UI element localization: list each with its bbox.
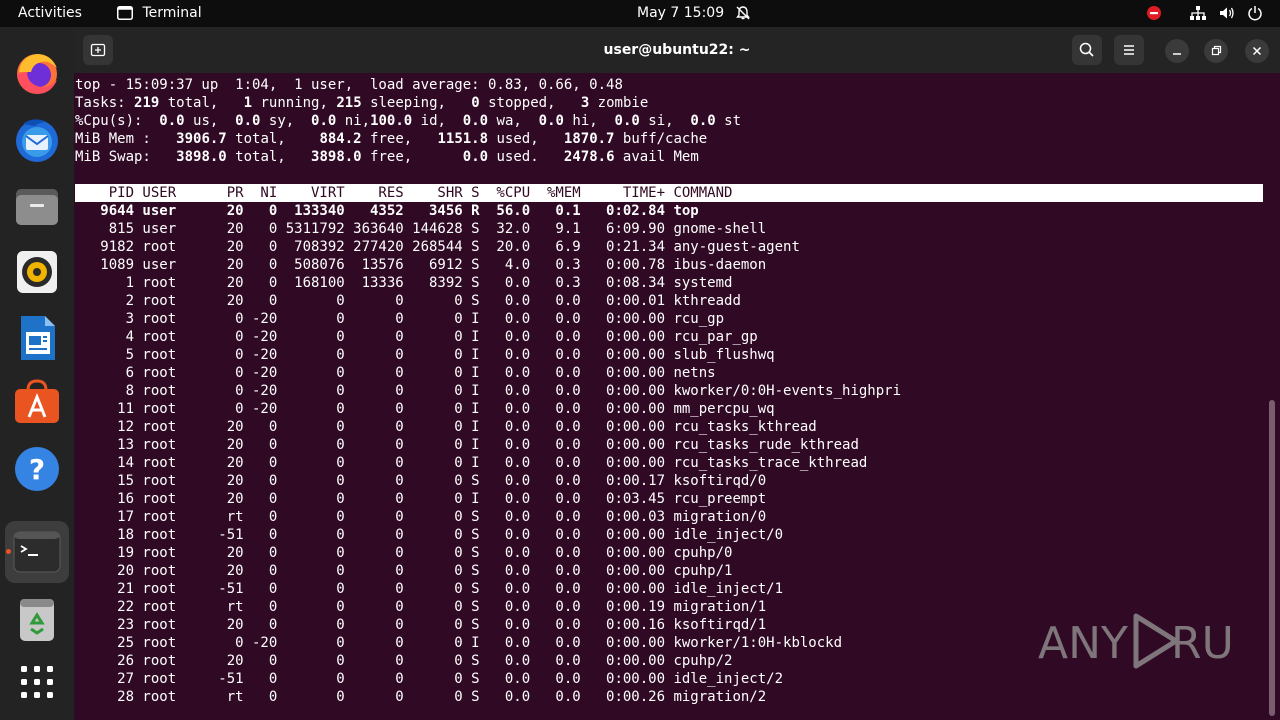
minimize-icon [1173,53,1181,55]
search-icon [1079,42,1094,57]
process-row: 9644 user 20 0 133340 4352 3456 R 56.0 0… [75,203,699,219]
process-table-header: PID USER PR NI VIRT RES SHR S %CPU %MEM … [75,184,1263,202]
terminal-icon[interactable] [11,526,63,578]
activities-button[interactable]: Activities [18,0,82,27]
process-row: 12 root 20 0 0 0 0 I 0.0 0.0 0:00.00 rcu… [75,419,817,435]
process-row: 17 root rt 0 0 0 0 S 0.0 0.0 0:00.03 mig… [75,509,767,525]
hamburger-icon [1124,45,1134,55]
process-row: 815 user 20 0 5311792 363640 144628 S 32… [75,221,767,237]
close-icon [1252,46,1262,56]
process-row: 11 root 0 -20 0 0 0 I 0.0 0.0 0:00.00 mm… [75,401,775,417]
notification-bell-icon[interactable] [735,0,751,27]
process-row: 5 root 0 -20 0 0 0 I 0.0 0.0 0:00.00 slu… [75,347,775,363]
window-header: user@ubuntu22: ~ [74,27,1280,73]
network-icon[interactable] [1189,0,1207,27]
process-row: 19 root 20 0 0 0 0 S 0.0 0.0 0:00.00 cpu… [75,545,733,561]
process-row: 18 root -51 0 0 0 0 S 0.0 0.0 0:00.00 id… [75,527,784,543]
app-menu-button[interactable]: Terminal [117,0,202,27]
process-row: 9182 root 20 0 708392 277420 268544 S 20… [75,239,800,255]
top-swap-line: MiB Swap: 3898.0 total, 3898.0 free, 0.0… [75,149,699,165]
show-apps-icon[interactable] [11,655,63,707]
top-uptime-line: top - 15:09:37 up 1:04, 1 user, load ave… [75,77,623,93]
close-button[interactable] [1245,39,1269,63]
process-row: 8 root 0 -20 0 0 0 I 0.0 0.0 0:00.00 kwo… [75,383,902,399]
svg-text:ANY: ANY [1038,618,1128,669]
top-bar: Activities Terminal May 7 15:09 [0,0,1280,27]
rhythmbox-icon[interactable] [11,246,63,298]
process-row: 28 root rt 0 0 0 0 S 0.0 0.0 0:00.26 mig… [75,689,767,705]
search-button[interactable] [1072,35,1102,65]
firefox-icon[interactable] [11,48,63,100]
process-row: 15 root 20 0 0 0 0 S 0.0 0.0 0:00.17 kso… [75,473,767,489]
terminal-small-icon [117,6,133,20]
power-icon[interactable] [1247,0,1263,27]
process-row: 20 root 20 0 0 0 0 S 0.0 0.0 0:00.00 cpu… [75,563,733,579]
trash-icon[interactable] [11,593,63,645]
top-mem-line: MiB Mem : 3906.7 total, 884.2 free, 1151… [75,131,708,147]
process-row: 6 root 0 -20 0 0 0 I 0.0 0.0 0:00.00 net… [75,365,716,381]
writer-icon[interactable] [11,312,63,364]
dock: ? [0,27,74,720]
process-row: 14 root 20 0 0 0 0 I 0.0 0.0 0:00.00 rcu… [75,455,868,471]
app-name: Terminal [142,5,202,21]
restore-icon [1211,45,1222,56]
thunderbird-icon[interactable] [11,114,63,166]
process-row: 1 root 20 0 168100 13336 8392 S 0.0 0.3 … [75,275,733,291]
process-row: 16 root 20 0 0 0 0 I 0.0 0.0 0:03.45 rcu… [75,491,767,507]
process-row: 13 root 20 0 0 0 0 I 0.0 0.0 0:00.00 rcu… [75,437,859,453]
process-row: 21 root -51 0 0 0 0 S 0.0 0.0 0:00.00 id… [75,581,784,597]
process-row: 1089 user 20 0 508076 13576 6912 S 4.0 0… [75,257,767,273]
app-center-icon[interactable] [11,377,63,429]
new-tab-button[interactable] [83,35,113,65]
process-row: 4 root 0 -20 0 0 0 I 0.0 0.0 0:00.00 rcu… [75,329,758,345]
minimize-button[interactable] [1165,39,1189,63]
do-not-disturb-icon[interactable] [1146,0,1162,27]
clock[interactable]: May 7 15:09 [637,0,724,27]
top-cpu-line: %Cpu(s): 0.0 us, 0.0 sy, 0.0 ni,100.0 id… [75,113,742,129]
svg-text:RUN: RUN [1171,618,1238,669]
process-row: 3 root 0 -20 0 0 0 I 0.0 0.0 0:00.00 rcu… [75,311,725,327]
maximize-button[interactable] [1204,39,1228,63]
files-icon[interactable] [11,181,63,233]
top-tasks-line: Tasks: 219 total, 1 running, 215 sleepin… [75,95,649,111]
new-tab-icon [90,43,106,57]
volume-icon[interactable] [1219,0,1235,27]
anyrun-watermark: ANY RUN [1038,608,1267,674]
svg-text:?: ? [29,453,45,486]
help-icon[interactable]: ? [11,443,63,495]
process-row: 2 root 20 0 0 0 0 S 0.0 0.0 0:00.01 kthr… [75,293,741,309]
terminal-scrollbar[interactable] [1269,400,1275,716]
menu-button[interactable] [1114,35,1144,65]
